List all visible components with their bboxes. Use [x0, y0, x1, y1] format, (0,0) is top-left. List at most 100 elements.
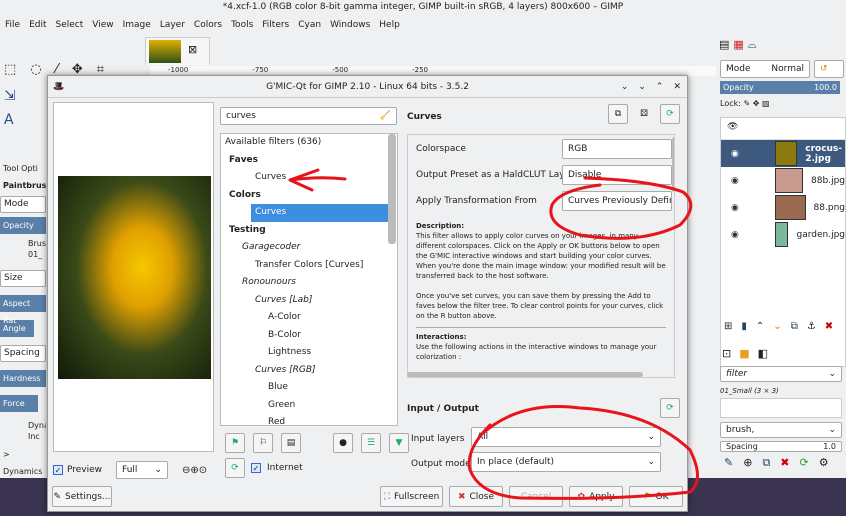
- refresh-brushes-icon[interactable]: ⟳: [800, 456, 809, 470]
- mode-reset-icon[interactable]: ↺: [814, 60, 844, 78]
- filter-tree-item[interactable]: Curves [Lab]: [225, 292, 393, 310]
- settings-button[interactable]: ✎ Settings...: [52, 486, 112, 507]
- menu-select[interactable]: Select: [56, 20, 84, 34]
- text-tool-icon[interactable]: A: [4, 112, 14, 128]
- apply-from-select[interactable]: Curves Previously Define: [562, 191, 672, 211]
- aspect-slider[interactable]: Aspect Rat: [0, 295, 46, 325]
- filter-tree-item[interactable]: Faves: [225, 152, 393, 170]
- size-slider[interactable]: Size: [0, 270, 46, 287]
- menu-file[interactable]: File: [5, 20, 20, 34]
- io-reset-button[interactable]: ⟳: [660, 398, 680, 418]
- menu-cyan[interactable]: Cyan: [298, 20, 321, 34]
- lock-alpha-icon[interactable]: ▨: [762, 99, 770, 108]
- edit-brush-icon[interactable]: ✎: [724, 456, 733, 470]
- filter-tree-item[interactable]: Ronounours: [225, 274, 393, 292]
- menu-layer[interactable]: Layer: [160, 20, 185, 34]
- raise-icon[interactable]: ⌃: [756, 321, 764, 332]
- reset-params-button[interactable]: ⟳: [660, 104, 680, 124]
- brush-selector[interactable]: Brus 01_: [0, 238, 46, 264]
- input-layers-select[interactable]: All ⌄: [471, 427, 661, 447]
- lock-pixels-icon[interactable]: ✎: [743, 99, 750, 108]
- filter-tree-item[interactable]: Red: [225, 414, 393, 425]
- filter-tree-item[interactable]: Transfer Colors [Curves]: [225, 257, 393, 275]
- duplicate-icon[interactable]: ⧉: [791, 321, 798, 332]
- new-layer-group-icon[interactable]: ⊞: [724, 321, 732, 332]
- dynamics-expander[interactable]: > Dynamics: [0, 446, 46, 476]
- filter-search-input[interactable]: curves 🧹: [220, 107, 397, 125]
- mode-select[interactable]: Mode: [0, 196, 46, 213]
- filter-tree-item[interactable]: Garagecoder: [225, 239, 393, 257]
- menu-tools[interactable]: Tools: [231, 20, 253, 34]
- filter-tree-item[interactable]: Curves: [225, 169, 393, 187]
- show-selected-button[interactable]: ▼: [389, 433, 409, 453]
- align-icon[interactable]: ⇲: [4, 88, 16, 104]
- menu-colors[interactable]: Colors: [194, 20, 222, 34]
- eye-icon[interactable]: ◉: [731, 149, 739, 159]
- visibility-button[interactable]: ●: [333, 433, 353, 453]
- close-window-icon[interactable]: ✕: [673, 76, 681, 98]
- cancel-button[interactable]: Cancel: [509, 486, 563, 507]
- eye-icon[interactable]: ◉: [731, 176, 739, 186]
- refresh-filters-button[interactable]: ⟳: [225, 458, 245, 478]
- filter-tree-item[interactable]: Curves [RGB]: [225, 362, 393, 380]
- filter-tree-item[interactable]: Blue: [225, 379, 393, 397]
- brush-spacing-slider[interactable]: Spacing 1.0: [720, 441, 842, 452]
- opacity-slider[interactable]: Opacity: [0, 217, 46, 234]
- force-slider[interactable]: Force: [0, 395, 38, 412]
- close-button[interactable]: ✖ Close: [449, 486, 503, 507]
- layer-opacity-slider[interactable]: Opacity 100.0: [720, 81, 840, 94]
- menu-filters[interactable]: Filters: [262, 20, 289, 34]
- delete-brush-icon[interactable]: ✖: [780, 456, 789, 470]
- layer-row[interactable]: ◉ crocus-2.jpg: [721, 140, 845, 167]
- layer-mode-select[interactable]: Mode Normal: [720, 60, 810, 78]
- filter-tree-item[interactable]: Lightness: [225, 344, 393, 362]
- lock-position-icon[interactable]: ✥: [753, 99, 760, 108]
- colorspace-select[interactable]: RGB: [562, 139, 672, 159]
- close-tab-icon[interactable]: ⊠: [188, 43, 197, 56]
- filter-tree-item[interactable]: Colors: [225, 187, 393, 205]
- spacing-slider[interactable]: Spacing: [0, 345, 46, 362]
- minimize-icon[interactable]: ⌄: [638, 76, 646, 98]
- copy-command-button[interactable]: ⧉: [608, 104, 628, 124]
- paths-tab-icon[interactable]: ⌓: [748, 38, 757, 52]
- add-fave-button[interactable]: ⚑: [225, 433, 245, 453]
- duplicate-brush-icon[interactable]: ⧉: [762, 456, 770, 470]
- fullscreen-button[interactable]: ⛶ Fullscreen: [380, 486, 443, 507]
- eye-icon[interactable]: ◉: [731, 230, 739, 240]
- brush-filter-select[interactable]: filter ⌄: [720, 366, 842, 382]
- anchor-icon[interactable]: ⚓: [807, 321, 816, 332]
- rect-select-icon[interactable]: ⬚: [4, 62, 16, 77]
- brush-settings-icon[interactable]: ⚙: [819, 456, 829, 470]
- preview-area[interactable]: [53, 102, 214, 452]
- menu-view[interactable]: View: [92, 20, 113, 34]
- menu-image[interactable]: Image: [123, 20, 151, 34]
- params-scrollbar[interactable]: [672, 137, 674, 192]
- menu-help[interactable]: Help: [379, 20, 400, 34]
- layer-row[interactable]: ◉ garden.jpg: [721, 221, 845, 248]
- gradients-tab-icon[interactable]: ◧: [758, 347, 768, 360]
- layer-row[interactable]: ◉ 88b.jpg: [721, 167, 845, 194]
- brushes-tab-icon[interactable]: ⊡: [722, 347, 731, 360]
- output-mode-select[interactable]: In place (default) ⌄: [471, 452, 661, 472]
- preview-mode-select[interactable]: Full ⌄: [116, 461, 169, 479]
- menu-edit[interactable]: Edit: [29, 20, 46, 34]
- new-brush-icon[interactable]: ⊕: [743, 456, 752, 470]
- internet-checkbox[interactable]: ✓: [251, 463, 261, 473]
- zoom-icons[interactable]: ⊖⊕⊙: [182, 465, 207, 476]
- menu-windows[interactable]: Windows: [330, 20, 370, 34]
- tree-scrollbar[interactable]: [388, 134, 396, 244]
- filter-tree-item[interactable]: Green: [225, 397, 393, 415]
- params-hscrollbar[interactable]: [407, 372, 643, 377]
- apply-button[interactable]: ✿ Apply: [569, 486, 623, 507]
- maximize-icon[interactable]: ⌃: [656, 76, 664, 98]
- filter-tree-item[interactable]: A-Color: [225, 309, 393, 327]
- ok-button[interactable]: ⚑ OK: [629, 486, 683, 507]
- lasso-icon[interactable]: ◌: [30, 62, 41, 77]
- preview-checkbox[interactable]: ✓: [53, 465, 63, 475]
- filter-tree-item[interactable]: B-Color: [225, 327, 393, 345]
- dynamics-selector[interactable]: Dyna Inc: [0, 420, 46, 446]
- image-tab[interactable]: ⊠: [145, 37, 210, 65]
- randomize-button[interactable]: ⚄: [634, 104, 654, 124]
- patterns-tab-icon[interactable]: ■: [739, 347, 749, 360]
- expand-collapse-button[interactable]: ☰: [361, 433, 381, 453]
